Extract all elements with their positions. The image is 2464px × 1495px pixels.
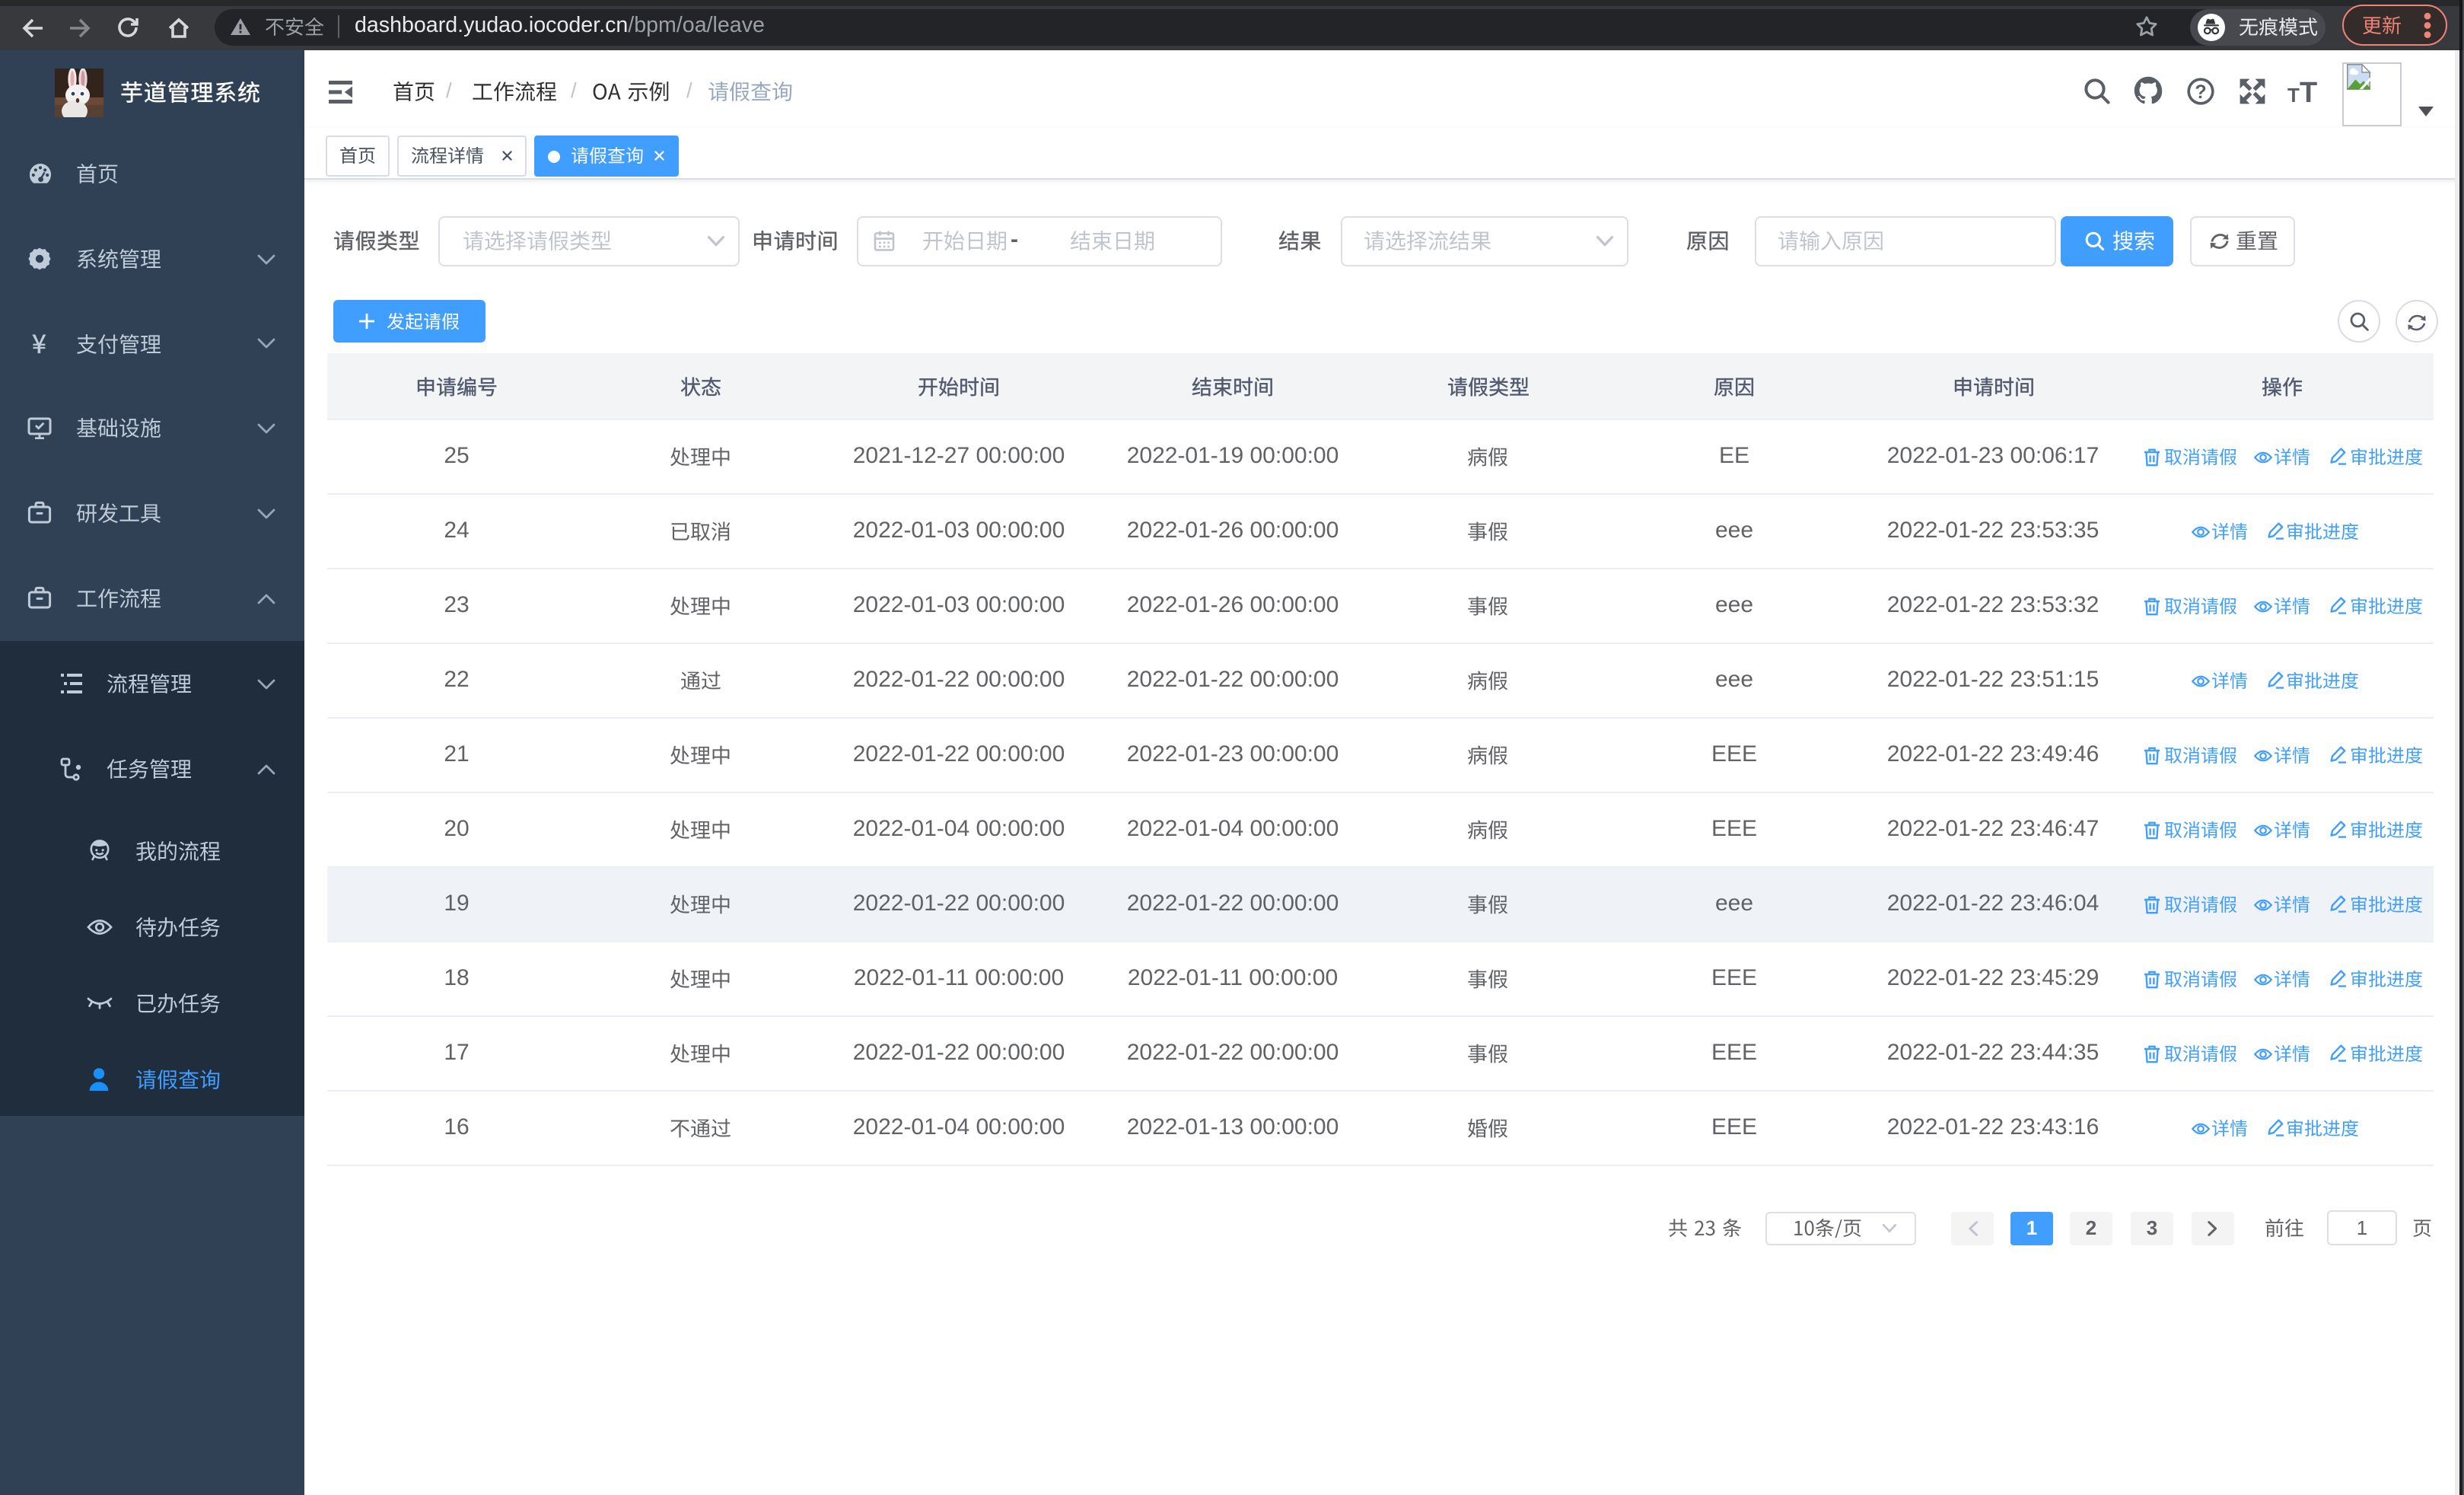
svg-text:T: T xyxy=(2287,84,2300,107)
svg-text:T: T xyxy=(2300,77,2317,109)
svg-text:?: ? xyxy=(2195,81,2206,103)
